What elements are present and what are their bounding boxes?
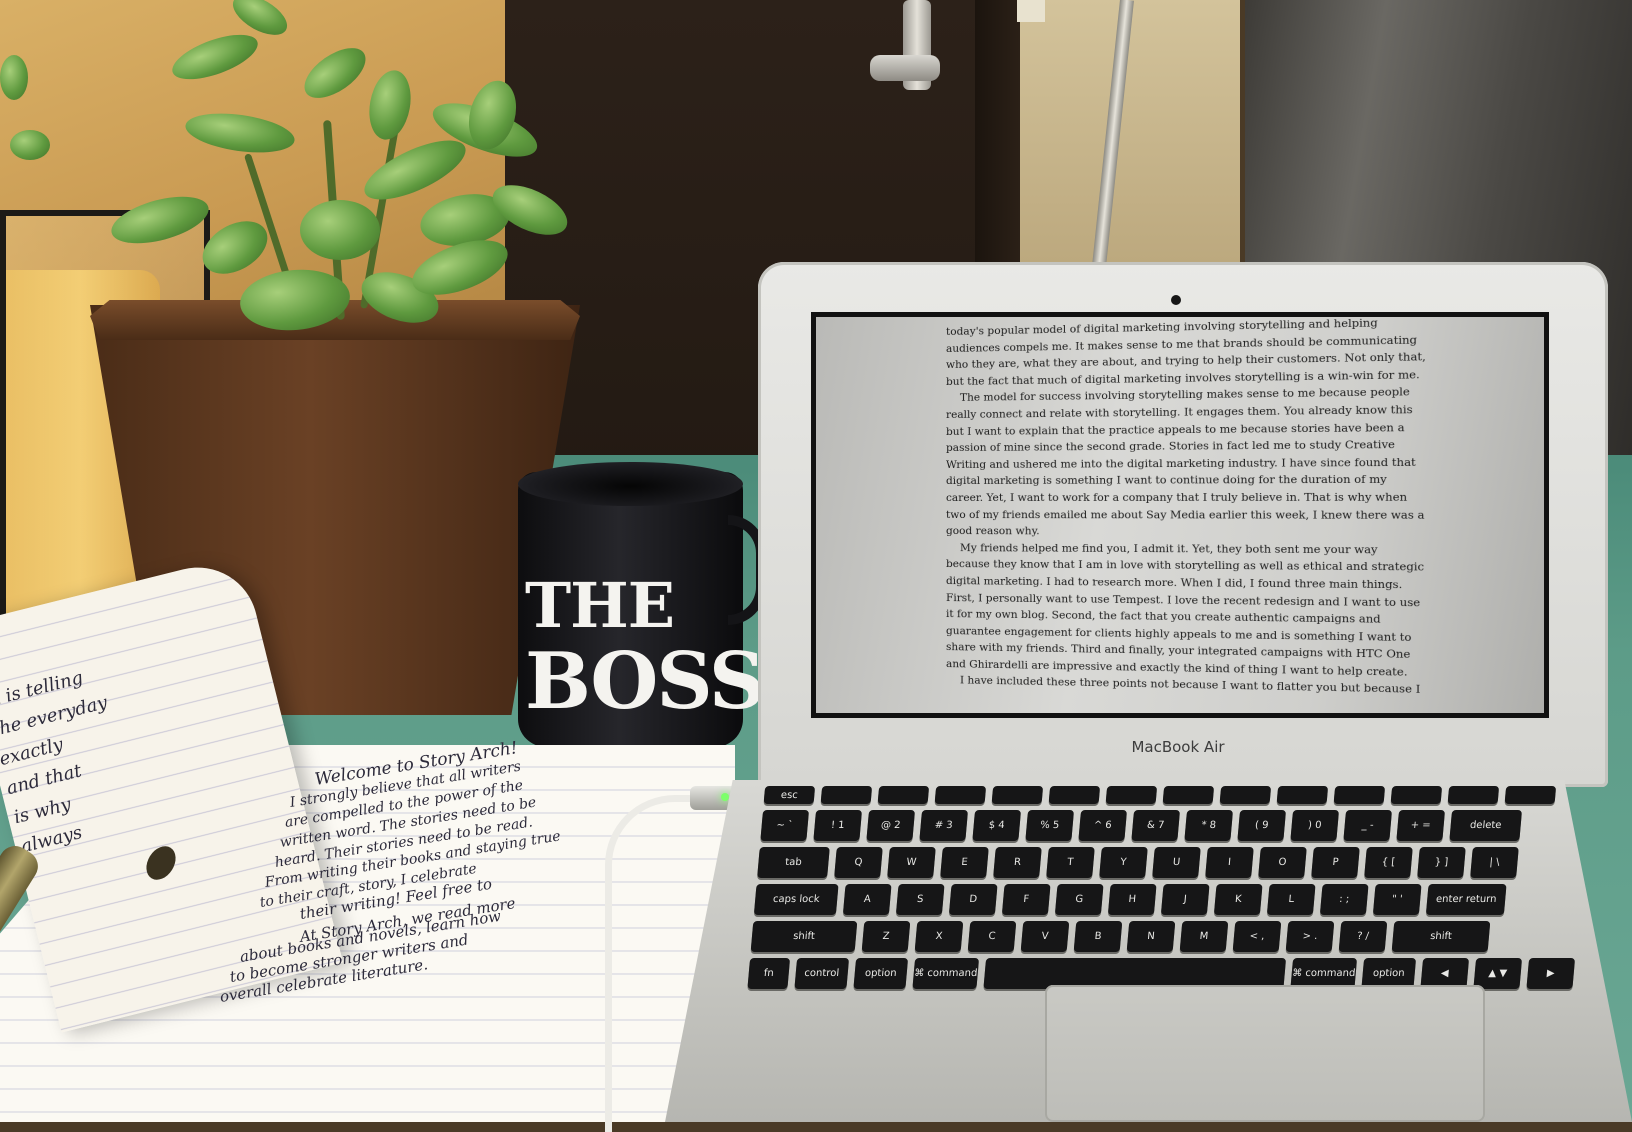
- charging-led: [721, 793, 729, 801]
- key[interactable]: $ 4: [972, 810, 1021, 841]
- key[interactable]: ~ `: [760, 810, 809, 841]
- key[interactable]: + =: [1396, 810, 1445, 841]
- key[interactable]: S: [896, 884, 945, 915]
- key[interactable]: [878, 786, 930, 804]
- key[interactable]: ( 9: [1237, 810, 1286, 841]
- document-text: today's popular model of digital marketi…: [946, 314, 1429, 700]
- key[interactable]: I: [1205, 847, 1254, 878]
- key[interactable]: | \: [1470, 847, 1519, 878]
- key[interactable]: X: [915, 921, 964, 952]
- key[interactable]: caps lock: [754, 884, 839, 915]
- key[interactable]: < ,: [1233, 921, 1282, 952]
- key[interactable]: [1049, 786, 1101, 804]
- key[interactable]: @ 2: [866, 810, 915, 841]
- laptop-brand-label: MacBook Air: [1078, 738, 1278, 756]
- document-paragraph: today's popular model of digital marketi…: [946, 314, 1429, 391]
- keyboard-number-row: ~ `! 1 @ 2 # 3 $ 4% 5 ^ 6 & 7 * 8( 9) 0 _ - + = d…: [760, 810, 1632, 841]
- key[interactable]: : ;: [1320, 884, 1369, 915]
- key[interactable]: delete: [1449, 810, 1522, 841]
- key[interactable]: R: [993, 847, 1042, 878]
- key[interactable]: C: [968, 921, 1017, 952]
- key[interactable]: P: [1311, 847, 1360, 878]
- key[interactable]: L: [1267, 884, 1316, 915]
- wall-middle: [1020, 0, 1240, 300]
- key[interactable]: Q: [834, 847, 883, 878]
- key[interactable]: U: [1152, 847, 1201, 878]
- key[interactable]: enter return: [1426, 884, 1507, 915]
- key[interactable]: W: [887, 847, 936, 878]
- key[interactable]: H: [1108, 884, 1157, 915]
- key[interactable]: } ]: [1417, 847, 1466, 878]
- mug-text-line-1: THE: [525, 575, 735, 637]
- key[interactable]: [1163, 786, 1215, 804]
- key[interactable]: [992, 786, 1044, 804]
- key[interactable]: shift: [751, 921, 858, 952]
- document-paragraph: My friends helped me find you, I admit i…: [946, 540, 1429, 682]
- key[interactable]: ) 0: [1290, 810, 1339, 841]
- keyboard-fn-row: esc: [764, 786, 1632, 804]
- key[interactable]: & 7: [1131, 810, 1180, 841]
- key[interactable]: G: [1055, 884, 1104, 915]
- key[interactable]: ▶: [1526, 958, 1575, 989]
- key[interactable]: control: [794, 958, 849, 989]
- key[interactable]: [1220, 786, 1272, 804]
- key[interactable]: M: [1180, 921, 1229, 952]
- key[interactable]: tab: [757, 847, 830, 878]
- key[interactable]: * 8: [1184, 810, 1233, 841]
- key[interactable]: % 5: [1025, 810, 1074, 841]
- key[interactable]: E: [940, 847, 989, 878]
- key[interactable]: _ -: [1343, 810, 1392, 841]
- key[interactable]: D: [949, 884, 998, 915]
- keyboard-bottom-row: shift Z X C V B N M < , > .? / shift: [751, 921, 1632, 952]
- key[interactable]: option: [853, 958, 908, 989]
- key[interactable]: A: [843, 884, 892, 915]
- light-switch: [1017, 0, 1045, 22]
- key[interactable]: J: [1161, 884, 1210, 915]
- key[interactable]: [1448, 786, 1500, 804]
- keyboard[interactable]: esc ~ `! 1 @ 2 # 3 $ 4% 5 ^ 6 & 7 * 8( 9) 0 _ -…: [748, 786, 1632, 982]
- key[interactable]: " ': [1373, 884, 1422, 915]
- mug-opening: [518, 462, 743, 506]
- key[interactable]: fn: [747, 958, 790, 989]
- key[interactable]: [1334, 786, 1386, 804]
- handwriting-left: exactly: [0, 734, 65, 770]
- laptop-screen: today's popular model of digital marketi…: [811, 312, 1549, 718]
- mug-lettering: THE BOSS: [525, 575, 735, 721]
- key[interactable]: F: [1002, 884, 1051, 915]
- handwriting-left: is why: [12, 794, 73, 828]
- keyboard-home-row: caps lock A S D F G H J K L: ; " ' enter return: [754, 884, 1632, 915]
- key[interactable]: [1106, 786, 1158, 804]
- document-paragraph: The model for success involving storytel…: [946, 384, 1429, 542]
- key[interactable]: [1277, 786, 1329, 804]
- key[interactable]: [1505, 786, 1557, 804]
- trackpad[interactable]: [1045, 985, 1485, 1122]
- key[interactable]: K: [1214, 884, 1263, 915]
- mug-text-line-2: BOSS: [525, 643, 735, 721]
- key[interactable]: # 3: [919, 810, 968, 841]
- door-handle: [870, 55, 940, 81]
- webcam-icon: [1171, 295, 1181, 305]
- key[interactable]: ^ 6: [1078, 810, 1127, 841]
- handwritten-note: Welcome to Story Arch! I strongly believ…: [0, 0, 1, 1]
- key[interactable]: N: [1127, 921, 1176, 952]
- key[interactable]: ▲ ▼: [1473, 958, 1522, 989]
- key[interactable]: ⌘ command: [912, 958, 979, 989]
- keyboard-top-row: tab Q W E R T Y U I O P{ [} ] | \: [757, 847, 1632, 878]
- key[interactable]: ? /: [1339, 921, 1388, 952]
- key[interactable]: T: [1046, 847, 1095, 878]
- key[interactable]: > .: [1286, 921, 1335, 952]
- key[interactable]: O: [1258, 847, 1307, 878]
- key[interactable]: { [: [1364, 847, 1413, 878]
- key[interactable]: [935, 786, 987, 804]
- key[interactable]: Z: [862, 921, 911, 952]
- key[interactable]: shift: [1392, 921, 1491, 952]
- key[interactable]: B: [1074, 921, 1123, 952]
- key[interactable]: [821, 786, 873, 804]
- key[interactable]: ! 1: [813, 810, 862, 841]
- key[interactable]: V: [1021, 921, 1070, 952]
- key[interactable]: [1391, 786, 1443, 804]
- key[interactable]: Y: [1099, 847, 1148, 878]
- key[interactable]: esc: [764, 786, 816, 804]
